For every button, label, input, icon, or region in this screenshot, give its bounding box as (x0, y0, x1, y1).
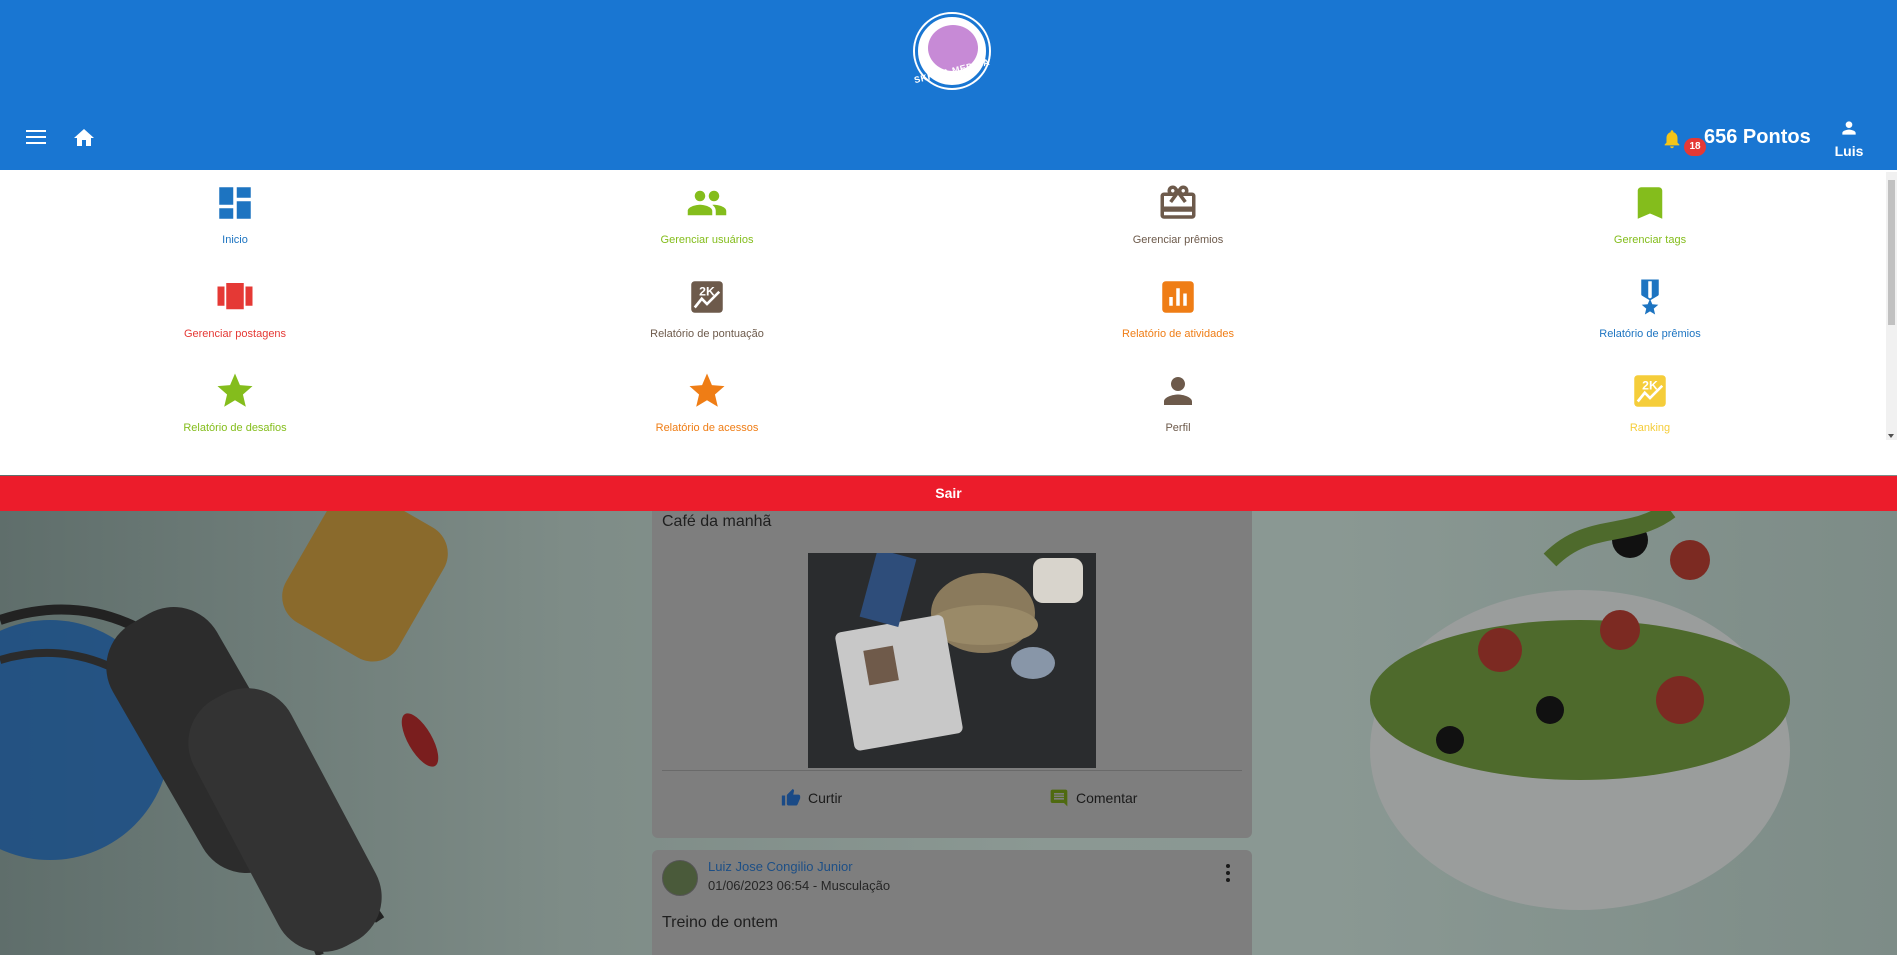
2k-chart-icon: 2K (691, 281, 723, 313)
bar-chart-icon (1162, 281, 1194, 313)
user-menu[interactable]: Luis (1832, 118, 1866, 159)
drawer-item-label: Relatório de acessos (655, 422, 759, 434)
drawer-item-label: Perfil (1165, 422, 1191, 434)
post-card: Luiz Jose Congilio Junior 01/06/2023 06:… (652, 850, 1252, 955)
group-icon (687, 190, 727, 216)
drawer-item[interactable]: Gerenciar postagens (85, 276, 385, 340)
drawer-item[interactable]: Relatório de acessos (557, 370, 857, 434)
user-name: Luis (1834, 143, 1864, 159)
drawer-item-label: Ranking (1629, 422, 1671, 434)
post-card: Café da manhã Curtir Comentar (652, 480, 1252, 838)
drawer-item-label: Relatório de atividades (1122, 328, 1234, 340)
thumb-up-icon (781, 788, 801, 806)
avatar[interactable] (662, 860, 698, 896)
post-caption: Café da manhã (662, 513, 772, 530)
drawer-item[interactable]: Gerenciar tags (1500, 182, 1800, 246)
navigation-drawer: Inicio Gerenciar usuários Gerenciar prêmio… (0, 170, 1897, 475)
drawer-item-label: Inicio (222, 234, 248, 246)
drawer-item[interactable]: Perfil (1028, 370, 1328, 434)
comment-button[interactable]: Comentar (1048, 788, 1137, 808)
drawer-item[interactable]: 2K Relatório de pontuação (557, 276, 857, 340)
drawer-item[interactable]: 2K Ranking (1500, 370, 1800, 434)
fitness-equipment-image (0, 500, 448, 955)
drawer-item[interactable]: Relatório de prêmios (1500, 276, 1800, 340)
notifications-badge: 18 (1684, 138, 1706, 156)
drawer-item[interactable]: Relatório de atividades (1028, 276, 1328, 340)
scrollbar-thumb[interactable] (1888, 180, 1895, 325)
like-button[interactable]: Curtir (780, 788, 842, 808)
home-icon[interactable] (72, 126, 96, 150)
notifications-bell-icon[interactable] (1661, 127, 1683, 151)
drawer-item-label: Gerenciar postagens (183, 328, 287, 340)
gift-card-icon (1160, 185, 1196, 219)
dashboard-icon (219, 187, 251, 219)
drawer-item-label: Relatório de prêmios (1599, 328, 1701, 340)
bookmark-icon (1637, 187, 1663, 219)
logout-button[interactable]: Sair (0, 476, 1897, 511)
drawer-grid: Inicio Gerenciar usuários Gerenciar prêmio… (0, 170, 1886, 442)
post-photo[interactable] (808, 553, 1096, 768)
scroll-down-arrow[interactable] (1888, 434, 1894, 438)
drawer-item[interactable]: Inicio (85, 182, 385, 246)
points-display: 656 Pontos (1704, 126, 1811, 148)
more-options-icon[interactable] (1226, 864, 1230, 882)
military-medal-icon (1641, 279, 1659, 315)
salad-bowl-image (1370, 502, 1790, 910)
drawer-item-label: Gerenciar usuários (660, 234, 754, 246)
comment-icon (1050, 789, 1068, 807)
post-author[interactable]: Luiz Jose Congilio Junior (708, 859, 853, 874)
person-icon (1842, 121, 1856, 135)
drawer-item[interactable]: Gerenciar prêmios (1028, 182, 1328, 246)
drawer-scrollbar[interactable] (1886, 172, 1897, 440)
comment-label: Comentar (1076, 790, 1138, 806)
drawer-item-label: Gerenciar prêmios (1132, 234, 1224, 246)
drawer-item[interactable]: Gerenciar usuários (557, 182, 857, 246)
svg-text:2K: 2K (699, 284, 715, 298)
drawer-item-label: Gerenciar tags (1613, 234, 1687, 246)
drawer-item-label: Relatório de desafios (183, 422, 287, 434)
menu-icon[interactable] (26, 130, 46, 146)
drawer-item[interactable]: Relatório de desafios (85, 370, 385, 434)
carousel-icon (217, 283, 253, 310)
2k-chart-icon: 2K (1634, 375, 1666, 407)
svg-text:2K: 2K (1642, 378, 1658, 392)
post-meta: 01/06/2023 06:54 - Musculação (708, 878, 891, 893)
post-caption: Treino de ontem (662, 914, 778, 931)
drawer-item-label: Relatório de pontuação (650, 328, 764, 340)
star-icon (689, 373, 725, 407)
card-divider (662, 770, 1242, 771)
star-icon (217, 373, 253, 407)
app-header: SKF NA MEDIDA 18 656 Pontos Luis (0, 0, 1897, 170)
like-label: Curtir (808, 790, 843, 806)
person-icon (1164, 377, 1192, 405)
